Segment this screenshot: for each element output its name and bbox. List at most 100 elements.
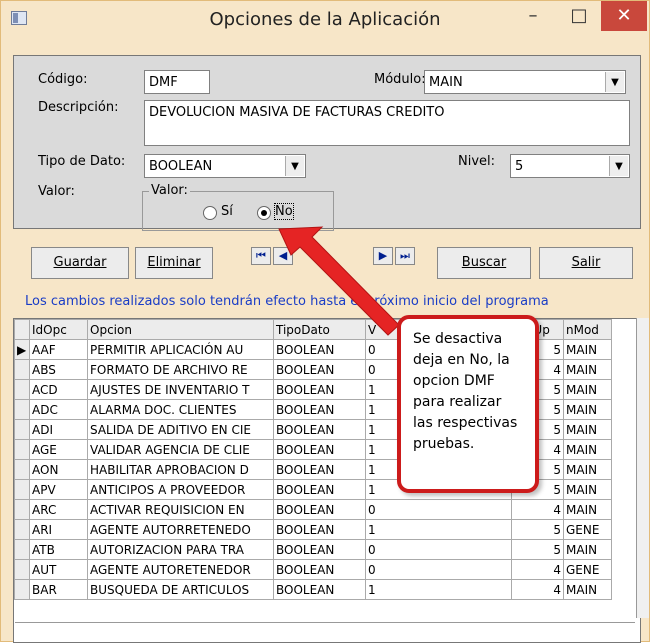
modulo-select[interactable]: MAIN ▼ <box>424 70 626 94</box>
buscar-button[interactable]: Buscar <box>437 247 531 279</box>
row-selector[interactable]: ▶ <box>14 339 30 360</box>
table-cell[interactable]: AUTORIZACION PARA TRA <box>87 539 274 560</box>
row-selector[interactable] <box>14 399 30 420</box>
row-selector[interactable] <box>14 499 30 520</box>
table-cell[interactable]: GENE <box>563 519 612 540</box>
table-cell[interactable]: AGE <box>29 439 88 460</box>
maximize-button[interactable]: □ <box>559 1 599 31</box>
table-cell[interactable]: ADI <box>29 419 88 440</box>
codigo-input[interactable]: DMF <box>144 70 210 94</box>
table-cell[interactable]: ABS <box>29 359 88 380</box>
table-cell[interactable]: MAIN <box>563 419 612 440</box>
table-cell[interactable]: BOOLEAN <box>273 439 366 460</box>
table-cell[interactable]: MAIN <box>563 539 612 560</box>
table-row[interactable]: AUT AGENTE AUTORETENEDOR BOOLEAN 0 4 GENE <box>14 559 612 580</box>
table-cell[interactable]: AON <box>29 459 88 480</box>
no-radio[interactable] <box>257 206 271 220</box>
tipo-dato-select[interactable]: BOOLEAN ▼ <box>144 154 306 178</box>
table-cell[interactable]: HABILITAR APROBACION D <box>87 459 274 480</box>
row-selector[interactable] <box>14 559 30 580</box>
table-cell[interactable]: MAIN <box>563 499 612 520</box>
table-row[interactable]: BAR BUSQUEDA DE ARTICULOS BOOLEAN 1 4 MAIN <box>14 579 612 600</box>
column-header[interactable]: TipoDato <box>273 319 366 340</box>
table-cell[interactable]: BOOLEAN <box>273 359 366 380</box>
nivel-select[interactable]: 5 ▼ <box>510 154 630 178</box>
table-cell[interactable]: BOOLEAN <box>273 499 366 520</box>
minimize-button[interactable]: – <box>513 1 553 31</box>
table-cell[interactable]: AAF <box>29 339 88 360</box>
options-table[interactable]: IdOpc Opcion TipoDato V NivUp nMod ▶AAFP… <box>13 318 641 643</box>
table-cell[interactable]: MAIN <box>563 359 612 380</box>
table-cell[interactable]: ANTICIPOS A PROVEEDOR <box>87 479 274 500</box>
table-cell[interactable]: BOOLEAN <box>273 459 366 480</box>
table-cell[interactable]: 1 <box>365 519 512 540</box>
table-cell[interactable]: APV <box>29 479 88 500</box>
table-cell[interactable]: ARI <box>29 519 88 540</box>
table-cell[interactable]: MAIN <box>563 399 612 420</box>
next-record-button[interactable]: ▶ <box>373 247 393 265</box>
table-cell[interactable]: MAIN <box>563 579 612 600</box>
table-cell[interactable]: ACD <box>29 379 88 400</box>
row-selector[interactable] <box>14 439 30 460</box>
table-cell[interactable]: MAIN <box>563 439 612 460</box>
table-cell[interactable]: GENE <box>563 559 612 580</box>
guardar-button[interactable]: Guardar <box>31 247 129 279</box>
row-selector[interactable] <box>14 539 30 560</box>
table-cell[interactable]: 0 <box>365 559 512 580</box>
table-cell[interactable]: 0 <box>365 499 512 520</box>
salir-button[interactable]: Salir <box>539 247 633 279</box>
first-record-button[interactable]: ⏮ <box>251 247 271 265</box>
table-cell[interactable]: BAR <box>29 579 88 600</box>
table-cell[interactable]: BOOLEAN <box>273 559 366 580</box>
table-cell[interactable]: AGENTE AUTORETENEDOR <box>87 559 274 580</box>
table-cell[interactable]: BOOLEAN <box>273 539 366 560</box>
table-cell[interactable]: MAIN <box>563 479 612 500</box>
table-cell[interactable]: AJUSTES DE INVENTARIO T <box>87 379 274 400</box>
table-cell[interactable]: BOOLEAN <box>273 519 366 540</box>
horizontal-scrollbar[interactable] <box>15 622 635 641</box>
column-header[interactable]: nMod <box>563 319 612 340</box>
table-cell[interactable]: AGENTE AUTORRETENEDO <box>87 519 274 540</box>
table-cell[interactable]: 5 <box>511 539 564 560</box>
chevron-down-icon[interactable]: ▼ <box>605 72 624 92</box>
table-cell[interactable]: BOOLEAN <box>273 479 366 500</box>
row-selector[interactable] <box>14 359 30 380</box>
table-cell[interactable]: 4 <box>511 579 564 600</box>
table-cell[interactable]: BOOLEAN <box>273 419 366 440</box>
table-cell[interactable]: MAIN <box>563 379 612 400</box>
table-cell[interactable]: MAIN <box>563 459 612 480</box>
row-selector[interactable] <box>14 519 30 540</box>
row-selector[interactable] <box>14 419 30 440</box>
eliminar-button[interactable]: Eliminar <box>135 247 213 279</box>
table-cell[interactable]: BOOLEAN <box>273 399 366 420</box>
table-row[interactable]: ARC ACTIVAR REQUISICION EN BOOLEAN 0 4 MAIN <box>14 499 612 520</box>
table-cell[interactable]: ALARMA DOC. CLIENTES <box>87 399 274 420</box>
table-cell[interactable]: SALIDA DE ADITIVO EN CIE <box>87 419 274 440</box>
table-cell[interactable]: ATB <box>29 539 88 560</box>
table-cell[interactable]: FORMATO DE ARCHIVO RE <box>87 359 274 380</box>
vertical-scrollbar[interactable] <box>636 318 649 618</box>
table-cell[interactable]: PERMITIR APLICACIÓN AU <box>87 339 274 360</box>
table-cell[interactable]: BOOLEAN <box>273 579 366 600</box>
si-radio[interactable] <box>203 206 217 220</box>
table-cell[interactable]: BUSQUEDA DE ARTICULOS <box>87 579 274 600</box>
table-cell[interactable]: 4 <box>511 499 564 520</box>
last-record-button[interactable]: ⏭ <box>395 247 415 265</box>
table-cell[interactable]: ADC <box>29 399 88 420</box>
table-cell[interactable]: ARC <box>29 499 88 520</box>
table-cell[interactable]: MAIN <box>563 339 612 360</box>
table-row[interactable]: ARI AGENTE AUTORRETENEDO BOOLEAN 1 5 GENE <box>14 519 612 540</box>
row-selector[interactable] <box>14 579 30 600</box>
previous-record-button[interactable]: ◀ <box>273 247 293 265</box>
table-cell[interactable]: ACTIVAR REQUISICION EN <box>87 499 274 520</box>
chevron-down-icon[interactable]: ▼ <box>285 156 304 176</box>
table-cell[interactable]: VALIDAR AGENCIA DE CLIE <box>87 439 274 460</box>
column-header[interactable]: IdOpc <box>29 319 88 340</box>
descripcion-input[interactable]: DEVOLUCION MASIVA DE FACTURAS CREDITO <box>144 100 630 146</box>
row-selector[interactable] <box>14 379 30 400</box>
table-cell[interactable]: 5 <box>511 519 564 540</box>
row-selector[interactable] <box>14 459 30 480</box>
table-cell[interactable]: 0 <box>365 539 512 560</box>
table-cell[interactable]: 1 <box>365 579 512 600</box>
table-cell[interactable]: BOOLEAN <box>273 339 366 360</box>
